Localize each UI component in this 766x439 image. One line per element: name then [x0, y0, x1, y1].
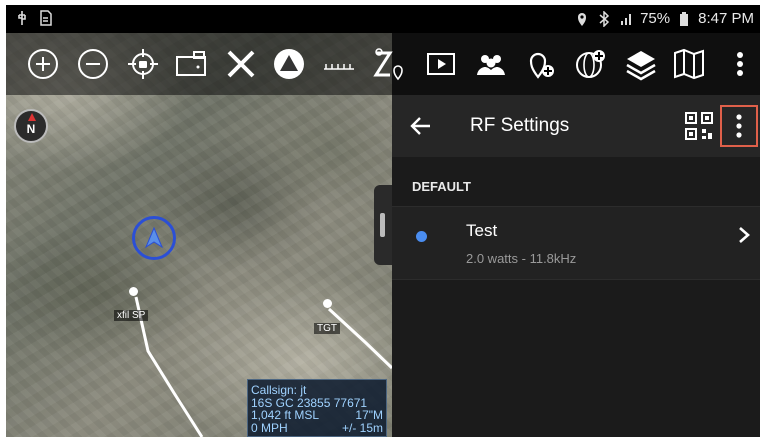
bluetooth-icon — [599, 10, 610, 27]
layers-button[interactable] — [624, 47, 658, 81]
self-location-marker[interactable] — [132, 216, 176, 260]
panel-header: RF Settings — [392, 95, 760, 157]
contacts-icon — [477, 55, 505, 75]
waypoint-dot[interactable] — [129, 287, 138, 296]
compass-label: N — [26, 122, 36, 136]
layers-icon — [626, 51, 656, 81]
compass-needle-icon — [28, 113, 36, 121]
accuracy-text: +/- 15m — [341, 420, 383, 435]
altitude-text: 1,042 ft MSL — [251, 408, 320, 422]
add-point-icon — [529, 52, 554, 79]
zoom-out-icon — [78, 49, 108, 79]
battery-icon — [680, 11, 689, 26]
signal-icon — [621, 13, 632, 25]
rf-settings-panel: RF Settings DEFAULT Test 2.0 watts - 11.… — [392, 95, 760, 437]
measure-button[interactable] — [322, 47, 356, 81]
measure-icon — [324, 64, 354, 70]
position-info-box: Callsign: jt 16S GC 23855 77671 1,042 ft… — [247, 379, 387, 437]
toolbar-overflow-button[interactable] — [728, 47, 752, 81]
document-icon — [40, 10, 52, 26]
camera-icon — [176, 51, 206, 76]
close-tool-button[interactable] — [224, 47, 258, 81]
video-icon — [427, 53, 455, 75]
contacts-button[interactable] — [474, 47, 508, 81]
waypoint-label-xfil: xfil SP — [114, 310, 149, 321]
panel-title: RF Settings — [470, 115, 570, 136]
route-button[interactable] — [372, 47, 406, 81]
section-label: DEFAULT — [412, 179, 471, 194]
qr-code-icon[interactable] — [684, 111, 714, 141]
video-button[interactable] — [424, 47, 458, 81]
screen: 75% 8:47 PM N xfil SP TGT Callsign: jt 1… — [6, 5, 760, 437]
close-icon — [227, 50, 255, 78]
navigation-arrow-icon — [144, 227, 164, 249]
status-dot-icon — [416, 231, 427, 242]
toolbar — [6, 33, 760, 95]
globe-add-icon — [576, 50, 605, 78]
globe-add-button[interactable] — [574, 47, 608, 81]
locate-icon — [128, 49, 158, 79]
shield-button[interactable] — [272, 47, 306, 81]
clock: 8:47 PM — [698, 10, 754, 27]
zoom-in-icon — [28, 49, 58, 79]
callsign-text: Callsign: jt — [251, 383, 307, 397]
item-detail: 2.0 watts - 11.8kHz — [466, 251, 577, 266]
status-bar: 75% 8:47 PM — [6, 5, 760, 33]
locate-button[interactable] — [126, 47, 160, 81]
location-icon — [578, 12, 587, 26]
chevron-right-icon — [739, 227, 750, 243]
camera-button[interactable] — [174, 47, 208, 81]
map-button[interactable] — [672, 47, 706, 81]
panel-drag-handle[interactable] — [374, 185, 392, 265]
shield-icon — [274, 49, 304, 79]
route-icon — [373, 48, 403, 81]
zoom-in-button[interactable] — [26, 47, 60, 81]
altitude-aux-text: 17"M — [355, 408, 383, 422]
item-name: Test — [466, 221, 498, 240]
more-vert-icon — [736, 114, 742, 138]
waypoint-label-tgt: TGT — [314, 323, 340, 334]
compass-button[interactable]: N — [14, 109, 48, 143]
target-dot[interactable] — [323, 299, 332, 308]
map-icon — [674, 48, 704, 80]
zoom-out-button[interactable] — [76, 47, 110, 81]
panel-overflow-button[interactable] — [720, 105, 758, 147]
list-item[interactable]: Test 2.0 watts - 11.8kHz — [392, 206, 760, 280]
add-point-button[interactable] — [524, 47, 558, 81]
usb-icon — [18, 11, 26, 25]
back-arrow-icon[interactable] — [408, 113, 434, 139]
speed-text: 0 MPH — [251, 420, 288, 435]
overflow-icon — [737, 52, 743, 76]
battery-percent: 75% — [640, 10, 671, 27]
